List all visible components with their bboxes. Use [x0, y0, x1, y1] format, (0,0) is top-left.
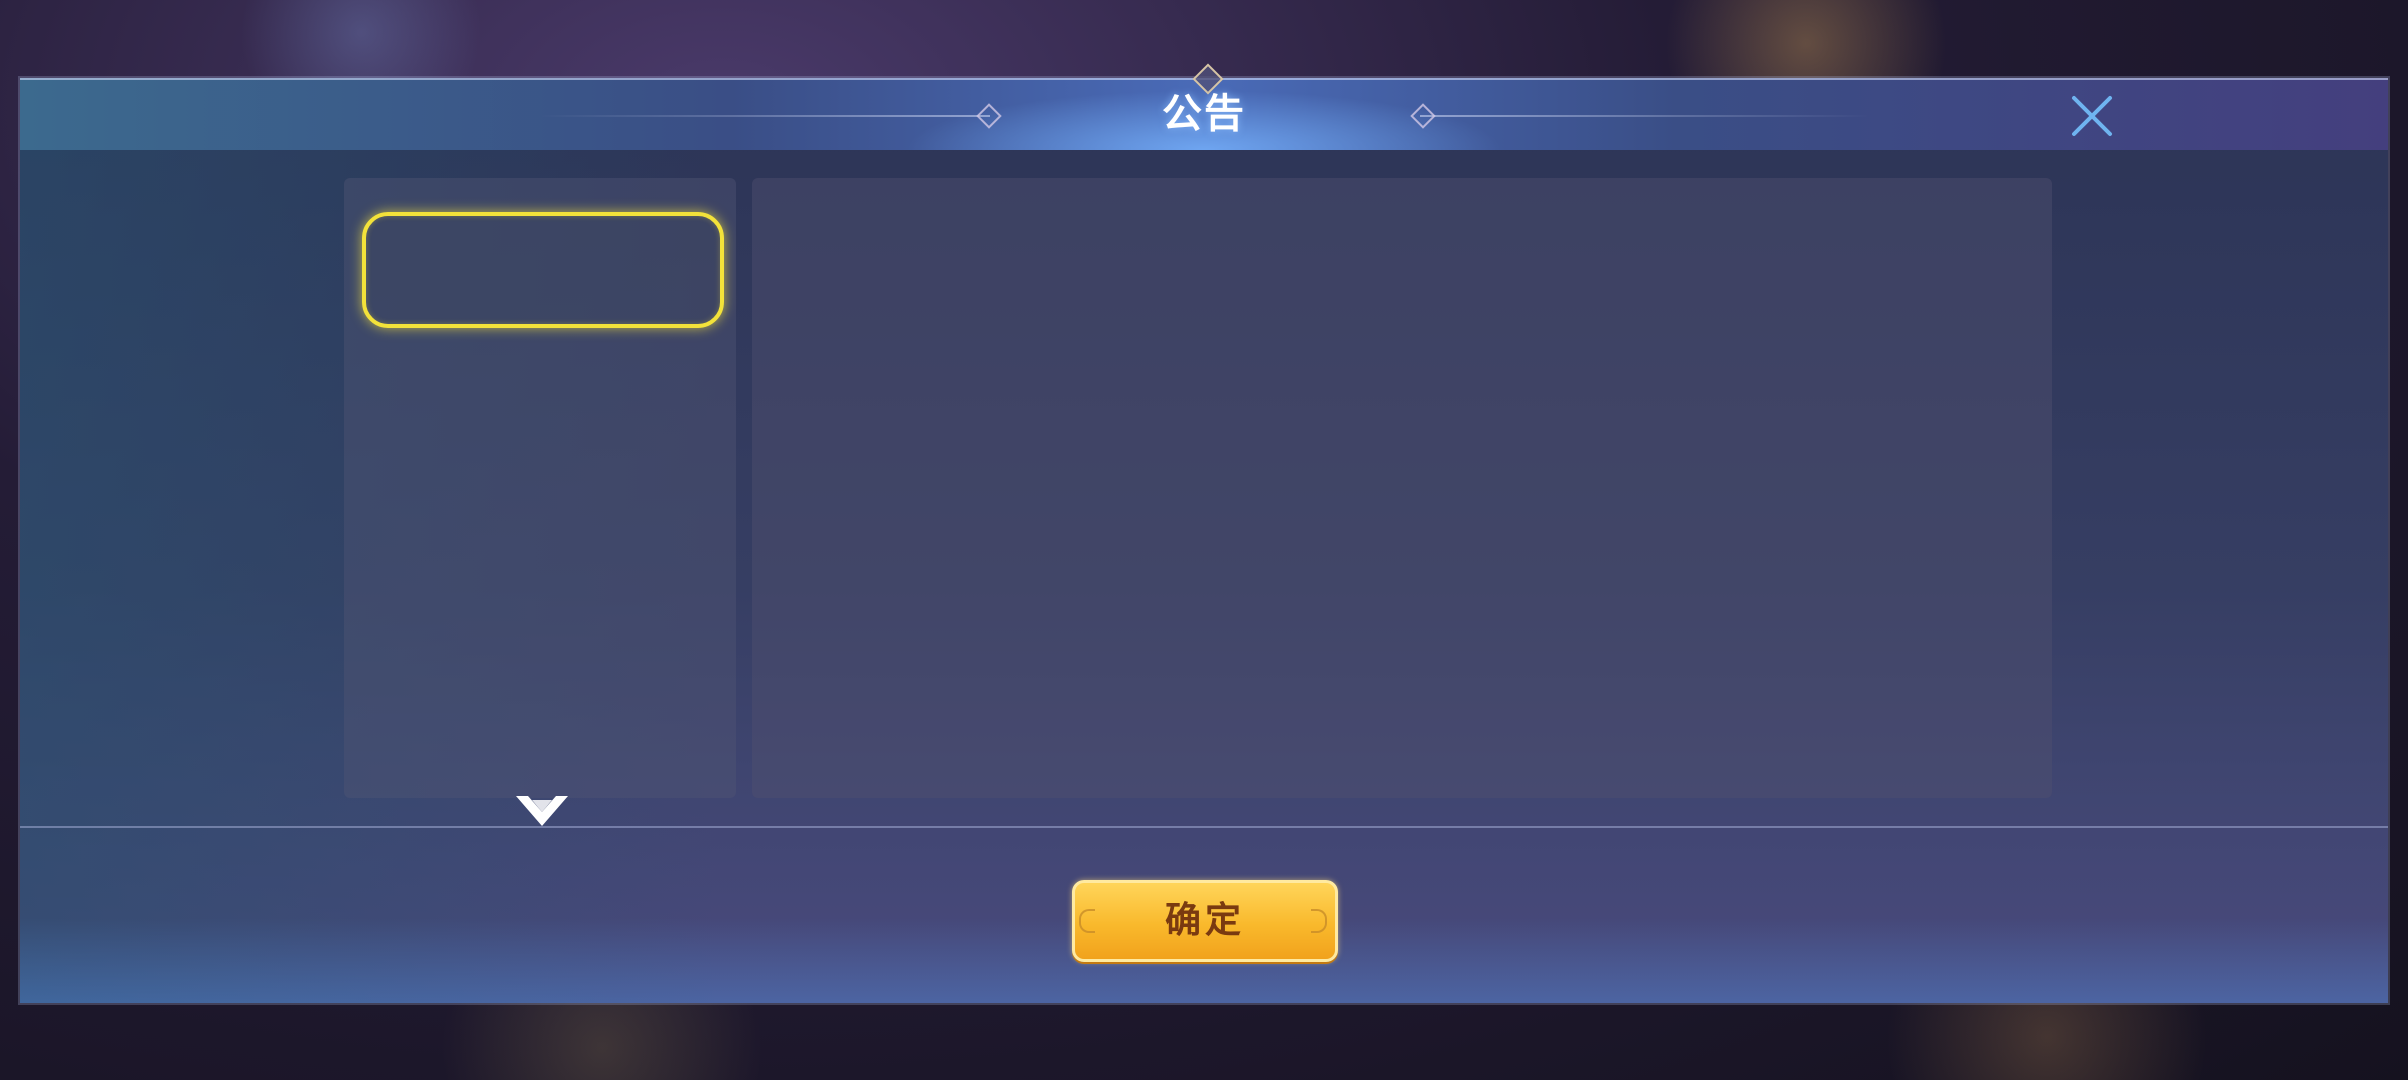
dialog-title: 公告 — [1162, 91, 1246, 137]
confirm-button[interactable]: 确定 — [1072, 880, 1338, 962]
announcement-dialog: 公告 确定 — [20, 63, 2388, 1003]
close-icon — [2072, 96, 2112, 136]
header-ornament-line-right — [1420, 115, 1870, 117]
chevron-down-icon — [516, 796, 568, 826]
header-ornament-line-left — [540, 115, 990, 117]
close-button[interactable] — [2068, 92, 2116, 140]
list-item-selected[interactable] — [362, 212, 724, 328]
confirm-button-label: 确定 — [1164, 900, 1245, 941]
footer-divider — [20, 826, 2388, 828]
dialog-header: 公告 — [20, 63, 2388, 150]
scroll-down-button[interactable] — [514, 794, 570, 828]
announcement-list[interactable] — [344, 178, 736, 798]
announcement-content-panel[interactable] — [752, 178, 2052, 798]
